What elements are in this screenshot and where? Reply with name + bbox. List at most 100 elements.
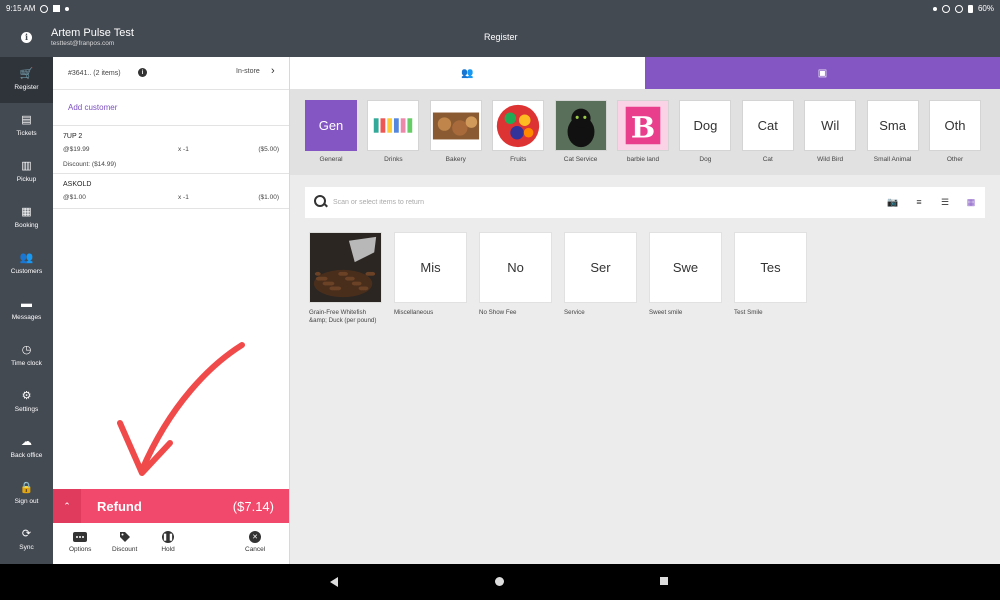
category-tile: Gen bbox=[305, 100, 357, 151]
sidebar-item-label: Back office bbox=[10, 452, 43, 459]
sidebar-item-sign-out[interactable]: 🔒 Sign out bbox=[0, 471, 53, 517]
order-number: #3641.. (2 items) bbox=[68, 69, 121, 77]
line-amount: ($5.00) bbox=[258, 146, 279, 153]
item-card[interactable]: Tes Test Smile bbox=[734, 232, 807, 317]
cancel-button[interactable]: ✕ Cancel bbox=[245, 531, 265, 553]
svg-text:B: B bbox=[631, 111, 655, 145]
view-toggle: 👥 ▣ bbox=[290, 57, 1000, 89]
item-card[interactable]: Ser Service bbox=[564, 232, 637, 317]
hold-label: Hold bbox=[161, 546, 175, 553]
refund-bar[interactable]: ⌃ Refund ($7.14) bbox=[53, 489, 289, 523]
category-barbie-land[interactable]: Bbarbie land bbox=[617, 100, 669, 163]
app-notification-icon bbox=[53, 5, 61, 12]
item-card[interactable]: No No Show Fee bbox=[479, 232, 552, 317]
cart-icon: 🛒 bbox=[19, 68, 34, 80]
hold-button[interactable]: ❚❚ Hold bbox=[161, 531, 175, 553]
search-input[interactable] bbox=[333, 195, 733, 210]
sidebar-item-sync[interactable]: ⟳ Sync bbox=[0, 517, 53, 563]
category-general[interactable]: Gen General bbox=[305, 100, 357, 163]
options-button[interactable]: Options bbox=[69, 531, 91, 553]
sidebar-item-time-clock[interactable]: ◷ Time clock bbox=[0, 333, 53, 379]
sidebar-item-customers[interactable]: 👥 Customers bbox=[0, 241, 53, 287]
order-line[interactable]: ASKOLD @$1.00 x -1 ($1.00) bbox=[53, 174, 289, 209]
tag-icon bbox=[118, 531, 132, 543]
item-card[interactable]: Mis Miscellaneous bbox=[394, 232, 467, 317]
discount-label: Discount bbox=[112, 546, 138, 553]
line-qty: x -1 bbox=[178, 194, 189, 201]
info-button[interactable]: i bbox=[0, 17, 53, 57]
category-fruits[interactable]: Fruits bbox=[492, 100, 545, 163]
pause-icon: ❚❚ bbox=[161, 531, 175, 543]
refund-total: ($7.14) bbox=[232, 499, 274, 514]
line-name: ASKOLD bbox=[63, 181, 92, 188]
sidebar-item-back-office[interactable]: ☁ Back office bbox=[0, 425, 53, 471]
sidebar-item-label: Pickup bbox=[16, 176, 37, 183]
order-header[interactable]: #3641.. (2 items) i In-store › bbox=[53, 57, 289, 90]
item-card[interactable]: Swe Sweet smile bbox=[649, 232, 722, 317]
bag-icon: ▥ bbox=[21, 160, 32, 172]
grid-view-icon[interactable]: ▦ bbox=[965, 196, 977, 208]
item-grid: Grain-Free Whitefish &amp; Duck (per pou… bbox=[305, 230, 985, 340]
category-label: General bbox=[319, 156, 343, 163]
category-label: Wild Bird bbox=[817, 156, 844, 163]
sidebar-item-pickup[interactable]: ▥ Pickup bbox=[0, 149, 53, 195]
sidebar-item-label: Settings bbox=[14, 406, 39, 413]
order-line[interactable]: 7UP 2 @$19.99 x -1 ($5.00) Discount: ($1… bbox=[53, 126, 289, 174]
sidebar-item-settings[interactable]: ⚙ Settings bbox=[0, 379, 53, 425]
item-label: Miscellaneous bbox=[394, 309, 434, 316]
sidebar-item-register[interactable]: 🛒 Register bbox=[0, 57, 53, 103]
category-small-animal[interactable]: Sma Small Animal bbox=[866, 100, 919, 163]
chevron-right-icon[interactable]: › bbox=[271, 65, 275, 77]
category-label: Dog bbox=[699, 156, 712, 163]
category-drinks[interactable]: Drinks bbox=[367, 100, 420, 163]
people-icon: 👥 bbox=[19, 252, 34, 264]
message-icon: ▬ bbox=[21, 298, 32, 310]
category-wild-bird[interactable]: Wil Wild Bird bbox=[804, 100, 857, 163]
item-tile: Tes bbox=[734, 232, 807, 303]
category-cat[interactable]: Cat Cat bbox=[741, 100, 794, 163]
sidebar-item-messages[interactable]: ▬ Messages bbox=[0, 287, 53, 333]
item-card[interactable]: Grain-Free Whitefish &amp; Duck (per pou… bbox=[309, 232, 382, 325]
sidebar-item-label: Sync bbox=[19, 544, 34, 551]
recents-icon[interactable] bbox=[660, 577, 668, 585]
category-tile: Cat bbox=[741, 100, 794, 151]
order-info-icon[interactable]: i bbox=[138, 68, 147, 77]
system-nav-bar bbox=[0, 564, 1000, 600]
tab-catalog[interactable]: ▣ bbox=[645, 57, 1000, 89]
camera-icon[interactable]: 📷 bbox=[887, 196, 899, 208]
category-cat-service[interactable]: Cat Service bbox=[554, 100, 607, 163]
chevron-up-icon[interactable]: ⌃ bbox=[53, 489, 81, 523]
lock-icon: 🔒 bbox=[19, 482, 34, 494]
sidebar: 🛒 Register ▤ Tickets ▥ Pickup ▦ Booking 👥 Custome… bbox=[0, 57, 53, 564]
item-tile bbox=[309, 232, 382, 303]
category-bar: Gen General Drinks Bakery Fruits Cat Service B… bbox=[290, 89, 1000, 175]
category-bakery[interactable]: Bakery bbox=[429, 100, 482, 163]
category-label: Bakery bbox=[445, 156, 466, 163]
battery-icon bbox=[967, 4, 973, 13]
more-notifications-icon bbox=[65, 6, 70, 11]
page-title: Register bbox=[484, 32, 518, 42]
cancel-label: Cancel bbox=[245, 546, 266, 553]
item-label: Service bbox=[564, 309, 585, 316]
sidebar-item-label: Customers bbox=[10, 268, 43, 275]
sidebar-item-label: Booking bbox=[14, 222, 39, 229]
status-time: 9:15 AM bbox=[6, 4, 36, 13]
list-view-icon[interactable]: ☰ bbox=[939, 196, 951, 208]
category-label: Cat bbox=[762, 156, 773, 163]
sidebar-item-tickets[interactable]: ▤ Tickets bbox=[0, 103, 53, 149]
order-actions: Options Discount ❚❚ Hold ✕ Cancel bbox=[53, 527, 289, 561]
sort-icon[interactable]: ≡ bbox=[913, 196, 925, 208]
add-customer-button[interactable]: Add customer bbox=[53, 90, 289, 126]
app-header: i Artem Pulse Test testtest@franpos.com … bbox=[0, 17, 1000, 57]
sidebar-item-booking[interactable]: ▦ Booking bbox=[0, 195, 53, 241]
sync-icon: ⟳ bbox=[21, 528, 32, 540]
back-icon[interactable] bbox=[330, 577, 338, 587]
tab-customers[interactable]: 👥 bbox=[290, 57, 645, 89]
discount-button[interactable]: Discount bbox=[112, 531, 137, 553]
item-label: Grain-Free Whitefish &amp; Duck (per pou… bbox=[309, 309, 377, 324]
category-other[interactable]: Oth Other bbox=[929, 100, 981, 163]
category-dog[interactable]: Dog Dog bbox=[679, 100, 732, 163]
home-icon[interactable] bbox=[495, 577, 504, 586]
people-icon: 👥 bbox=[461, 67, 474, 79]
wifi-icon bbox=[954, 4, 963, 13]
